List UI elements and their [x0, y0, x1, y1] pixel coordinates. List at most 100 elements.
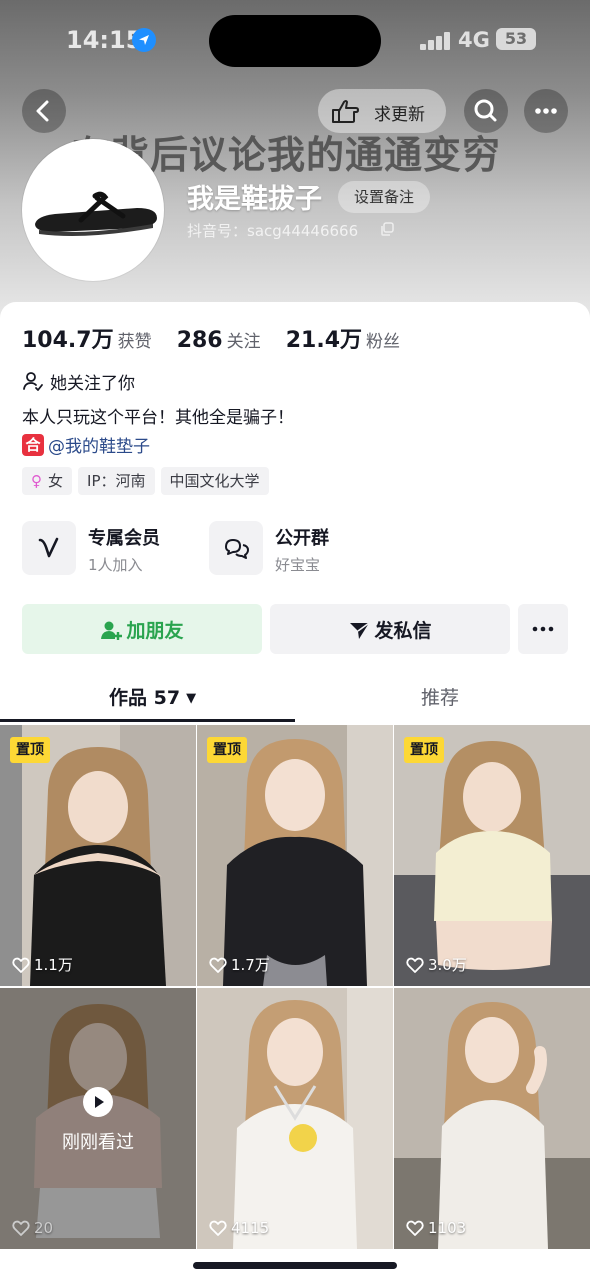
- nickname: 我是鞋拔子: [187, 184, 322, 215]
- stat-value: 286: [176, 328, 223, 353]
- ip-tag: IP：河南: [78, 467, 155, 495]
- video-thumbnail[interactable]: 置顶 1.1万: [0, 725, 196, 986]
- heart-icon: [12, 1220, 30, 1236]
- stat-value: 21.4万: [285, 328, 362, 353]
- video-thumbnail[interactable]: 置顶 1.7万: [197, 725, 393, 986]
- video-thumbnail[interactable]: 置顶 3.0万: [394, 725, 590, 986]
- more-dots-icon: [532, 626, 554, 632]
- tab-works-label: 作品 57: [109, 687, 181, 709]
- stat-label: 关注: [226, 332, 261, 352]
- request-update-button[interactable]: 求更新: [318, 89, 446, 133]
- video-cover-image: [197, 725, 393, 986]
- group-subtitle: 好宝宝: [275, 556, 321, 574]
- heart-icon: [12, 957, 30, 973]
- female-icon: ♀: [31, 472, 42, 490]
- like-count-value: 1.7万: [231, 956, 270, 974]
- recently-viewed-label: 刚刚看过: [62, 1132, 134, 1153]
- like-count-value: 20: [34, 1218, 54, 1237]
- heart-icon: [406, 957, 424, 973]
- pinned-badge: 置顶: [10, 737, 50, 763]
- paper-plane-icon: [350, 621, 370, 639]
- copy-icon[interactable]: [379, 221, 395, 237]
- search-button[interactable]: [464, 89, 508, 133]
- membership-subtitle: 1人加入: [88, 556, 143, 574]
- flip-flop-image: [25, 142, 161, 278]
- tab-recommend[interactable]: 推荐: [421, 683, 459, 710]
- avatar[interactable]: [22, 139, 164, 281]
- heart-icon: [406, 1220, 424, 1236]
- group-chat-icon: [209, 521, 263, 575]
- like-count: 4115: [209, 1217, 269, 1239]
- stat-label: 获赞: [117, 332, 152, 352]
- pinned-badge: 置顶: [207, 737, 247, 763]
- collab-line: 合 @我的鞋垫子: [22, 432, 150, 458]
- status-time: 14:15: [66, 26, 143, 54]
- recently-viewed-overlay: [0, 988, 196, 1249]
- play-icon: [83, 1087, 113, 1117]
- location-arrow-icon: [132, 28, 156, 52]
- search-icon: [474, 99, 497, 122]
- person-follow-icon: [23, 372, 43, 391]
- pointing-hand-icon: [332, 100, 359, 123]
- signal-icon: [420, 30, 452, 50]
- more-actions-button[interactable]: [518, 604, 568, 654]
- group-title: 公开群: [275, 528, 329, 549]
- gender-tag: ♀ 女: [22, 467, 73, 495]
- send-message-label: 发私信: [374, 620, 432, 642]
- status-bar: 14:15 4G 53: [0, 0, 590, 80]
- video-thumbnail[interactable]: 1103: [394, 988, 590, 1249]
- like-count-value: 1.1万: [34, 956, 73, 974]
- collab-link[interactable]: @我的鞋垫子: [48, 437, 150, 457]
- active-tab-indicator: [0, 719, 295, 722]
- video-cover-image: [197, 988, 393, 1249]
- tab-works[interactable]: 作品 57 ▼: [109, 683, 196, 710]
- douyin-id: 抖音号：sacg44446666: [187, 222, 359, 240]
- heart-icon: [209, 957, 227, 973]
- collab-badge: 合: [22, 433, 44, 456]
- stat-label: 粉丝: [366, 332, 400, 352]
- membership-title: 专属会员: [88, 528, 160, 549]
- home-indicator[interactable]: [193, 1262, 397, 1269]
- back-button[interactable]: [22, 89, 66, 133]
- like-count-value: 3.0万: [428, 956, 467, 974]
- like-count: 1.7万: [209, 954, 270, 976]
- heart-icon: [209, 1220, 227, 1236]
- stats-row: 104.7万 获赞 286 关注 21.4万 粉丝: [22, 322, 420, 354]
- video-thumbnail[interactable]: 刚刚看过 20: [0, 988, 196, 1249]
- pinned-badge: 置顶: [404, 737, 444, 763]
- follow-status-text: 她关注了你: [50, 374, 135, 394]
- network-type: 4G: [458, 28, 490, 52]
- chevron-left-icon: [36, 100, 49, 122]
- like-count-value: 4115: [231, 1218, 270, 1237]
- request-update-label: 求更新: [374, 105, 425, 125]
- exclusive-membership[interactable]: 专属会员 1人加入: [22, 521, 202, 579]
- video-cover-image: [0, 725, 196, 986]
- video-cover-image: [394, 988, 590, 1249]
- public-group[interactable]: 公开群 好宝宝: [209, 521, 389, 579]
- caret-down-icon: ▼: [186, 691, 197, 706]
- video-grid: 置顶 1.1万 置顶 1.7万 置顶 3.0万 刚刚看过 20 4115 110…: [0, 725, 590, 1280]
- video-cover-image: [394, 725, 590, 986]
- like-count-value: 1103: [428, 1218, 467, 1237]
- content-tabs: 作品 57 ▼ 推荐: [0, 675, 590, 723]
- dynamic-island: [209, 15, 381, 67]
- stat-following[interactable]: 286 关注: [177, 327, 261, 353]
- profile-tags: ♀ 女 IP：河南 中国文化大学: [22, 467, 275, 495]
- gender-label: 女: [48, 472, 64, 490]
- more-options-button[interactable]: [524, 89, 568, 133]
- send-message-button[interactable]: 发私信: [270, 604, 510, 654]
- add-friend-icon: [101, 621, 123, 640]
- battery-icon: 53: [496, 28, 536, 50]
- stat-likes[interactable]: 104.7万 获赞: [22, 322, 152, 354]
- video-thumbnail[interactable]: 4115: [197, 988, 393, 1249]
- add-friend-button[interactable]: 加朋友: [22, 604, 262, 654]
- like-count: 3.0万: [406, 954, 467, 976]
- like-count: 1103: [406, 1217, 466, 1239]
- like-count: 1.1万: [12, 954, 73, 976]
- bio-text: 本人只玩这个平台！其他全是骗子！: [22, 408, 294, 428]
- like-count: 20: [12, 1217, 53, 1239]
- school-tag[interactable]: 中国文化大学: [160, 467, 269, 495]
- stat-followers[interactable]: 21.4万 粉丝: [286, 322, 400, 354]
- set-remark-button[interactable]: 设置备注: [338, 181, 430, 213]
- more-dots-icon: [535, 108, 557, 114]
